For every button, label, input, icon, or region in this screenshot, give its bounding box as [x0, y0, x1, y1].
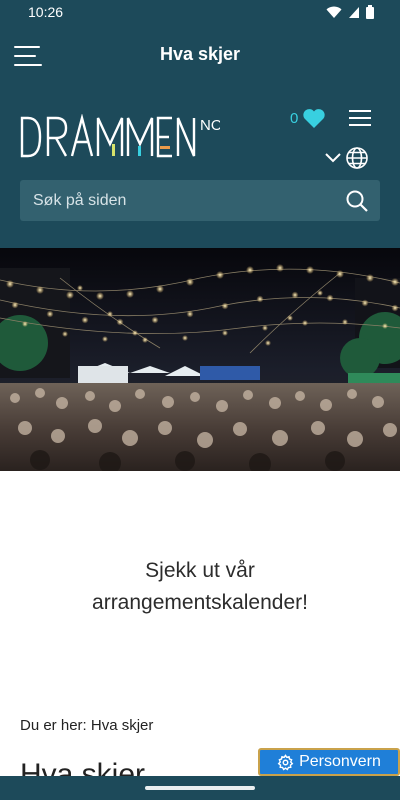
system-navigation-bar — [0, 776, 400, 800]
favorites-button[interactable]: 0 — [290, 108, 326, 129]
calendar-promo[interactable]: Sjekk ut vår arrangementskalender! — [0, 555, 400, 619]
heart-icon — [303, 109, 325, 128]
app-bar: Hva skjer — [0, 24, 400, 88]
promo-line-1: Sjekk ut vår — [145, 559, 255, 582]
gear-icon — [277, 753, 294, 770]
language-selector[interactable] — [325, 146, 369, 170]
breadcrumb-prefix: Du er her: — [20, 717, 87, 734]
status-icons — [326, 5, 374, 19]
site-menu-button[interactable] — [349, 110, 371, 126]
privacy-label: Personvern — [299, 753, 381, 770]
favorites-count: 0 — [290, 110, 299, 127]
search-input[interactable] — [20, 180, 340, 221]
app-title: Hva skjer — [159, 44, 241, 64]
breadcrumb-current[interactable]: Hva skjer — [91, 717, 154, 734]
hero-image — [0, 248, 400, 471]
search-bar — [20, 180, 380, 221]
status-bar: 10:26 — [0, 0, 400, 24]
search-icon[interactable] — [346, 190, 368, 212]
site-header: NO 0 — [0, 88, 400, 248]
menu-line — [349, 124, 371, 126]
promo-line-2: arrangementskalender! — [92, 591, 308, 614]
drammen-logo[interactable]: NO — [20, 114, 220, 162]
privacy-settings-button[interactable]: Personvern — [258, 748, 400, 776]
status-time: 10:26 — [28, 4, 64, 20]
home-gesture-handle[interactable] — [145, 786, 255, 790]
menu-line — [349, 110, 371, 112]
breadcrumb: Du er her: Hva skjer — [20, 717, 153, 734]
menu-line — [349, 117, 371, 119]
battery-icon — [366, 5, 374, 19]
globe-icon — [346, 147, 368, 169]
chevron-down-icon — [325, 153, 341, 163]
signal-icon — [349, 6, 359, 18]
logo-suffix: NO — [200, 117, 220, 134]
wifi-icon — [326, 6, 342, 18]
festival-photo — [0, 248, 400, 471]
